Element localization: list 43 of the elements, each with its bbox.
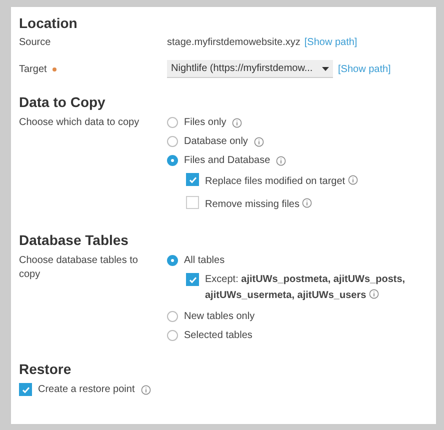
field-label: Target bbox=[19, 64, 47, 74]
info-icon[interactable] bbox=[302, 198, 312, 208]
caret-icon bbox=[322, 66, 329, 70]
radio-button[interactable] bbox=[167, 136, 178, 147]
section-heading: Database Tables bbox=[19, 231, 130, 250]
info-icon[interactable] bbox=[254, 137, 264, 147]
source-value: stage.myfirstdemowebsite.xyz bbox=[167, 37, 300, 48]
checkmark-icon bbox=[188, 274, 198, 284]
radio-button[interactable] bbox=[167, 330, 178, 341]
show-path-link[interactable]: [Show path] bbox=[338, 64, 391, 74]
info-icon[interactable] bbox=[276, 156, 286, 166]
option-label: Selected tables bbox=[184, 329, 252, 343]
radio-button[interactable] bbox=[167, 255, 178, 266]
checkmark-icon bbox=[188, 174, 198, 184]
checkbox[interactable] bbox=[19, 383, 32, 396]
option-label: Create a restore point bbox=[38, 383, 135, 397]
checkbox[interactable] bbox=[186, 273, 199, 286]
option-label: Remove missing files bbox=[205, 196, 425, 212]
field-label: Choose database tables to copy bbox=[19, 254, 139, 282]
checkbox[interactable] bbox=[186, 173, 199, 186]
info-icon[interactable] bbox=[369, 289, 380, 299]
option-label: Except: ajitUWs_postmeta, ajitUWs_posts, ajitUWs_usermeta, ajitUWs_users bbox=[205, 273, 406, 303]
checkmark-icon bbox=[20, 384, 30, 394]
section-heading: Restore bbox=[19, 360, 72, 379]
field-label: Choose which data to copy bbox=[19, 116, 140, 130]
section-heading: Data to Copy bbox=[19, 93, 106, 112]
info-icon[interactable] bbox=[348, 175, 358, 185]
option-label: New tables only bbox=[184, 310, 255, 324]
option-label: All tables bbox=[184, 254, 225, 268]
info-icon[interactable] bbox=[232, 118, 242, 128]
checkbox[interactable] bbox=[186, 196, 199, 209]
option-label: Files and Database bbox=[184, 154, 270, 168]
option-label: Database only bbox=[184, 135, 248, 149]
info-icon[interactable] bbox=[140, 385, 151, 395]
radio-button[interactable] bbox=[167, 117, 178, 128]
show-path-link[interactable]: [Show path] bbox=[304, 37, 358, 48]
option-label: Files only bbox=[184, 116, 226, 130]
radio-button[interactable] bbox=[167, 155, 178, 166]
target-dropdown[interactable]: Nightlife (https://myfirstdemow... bbox=[167, 60, 333, 78]
field-label: Source bbox=[19, 37, 52, 48]
section-heading: Location bbox=[19, 15, 78, 33]
option-label: Replace files modified on target bbox=[205, 173, 425, 189]
radio-button[interactable] bbox=[167, 311, 178, 322]
